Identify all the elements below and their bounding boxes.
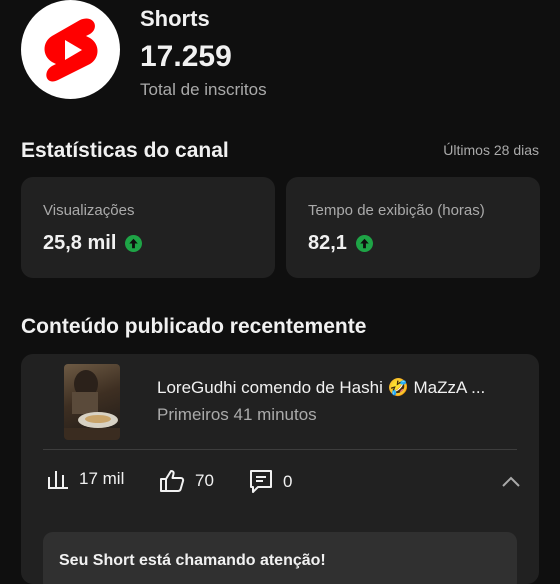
recent-video-card[interactable]: LoreGudhi comendo de Hashi 🤣 MaZzA ... P… — [21, 354, 539, 584]
views-value: 25,8 mil — [43, 232, 117, 254]
watch-time-value-row: 82,1 — [308, 232, 373, 255]
subscriber-label: Total de inscritos — [140, 80, 267, 99]
video-title[interactable]: LoreGudhi comendo de Hashi 🤣 MaZzA ... — [157, 378, 485, 398]
stats-section-title: Estatísticas do canal — [21, 139, 229, 162]
likes-count: 70 — [195, 471, 214, 490]
attention-notice[interactable]: Seu Short está chamando atenção! — [43, 532, 517, 584]
notice-text: Seu Short está chamando atenção! — [59, 552, 326, 569]
comments-metric: 0 — [249, 469, 292, 495]
watch-time-stat-card[interactable]: Tempo de exibição (horas) 82,1 — [286, 177, 540, 278]
arrow-up-circle-icon — [355, 235, 373, 252]
views-value-row: 25,8 mil — [43, 232, 143, 255]
watch-time-label: Tempo de exibição (horas) — [308, 202, 485, 219]
chevron-up-icon[interactable] — [499, 472, 523, 492]
recent-section-title: Conteúdo publicado recentemente — [21, 315, 367, 338]
bar-chart-icon — [48, 471, 68, 489]
video-thumbnail[interactable] — [64, 364, 120, 440]
arrow-up-circle-icon — [125, 235, 143, 252]
comments-count: 0 — [283, 472, 293, 491]
views-count: 17 mil — [79, 469, 125, 488]
stats-period: Últimos 28 dias — [443, 142, 539, 158]
divider — [43, 449, 517, 450]
channel-name: Shorts — [140, 6, 210, 31]
subscriber-count: 17.259 — [140, 40, 232, 73]
youtube-shorts-logo-icon — [44, 18, 97, 81]
watch-time-value: 82,1 — [308, 232, 347, 254]
comment-icon — [250, 470, 272, 493]
views-label: Visualizações — [43, 202, 135, 219]
video-meta: Primeiros 41 minutos — [157, 405, 317, 424]
views-metric: 17 mil — [47, 469, 124, 489]
thumbs-up-icon — [160, 470, 185, 492]
channel-avatar[interactable] — [21, 0, 120, 99]
views-stat-card[interactable]: Visualizações 25,8 mil — [21, 177, 275, 278]
likes-metric: 70 — [159, 469, 214, 493]
